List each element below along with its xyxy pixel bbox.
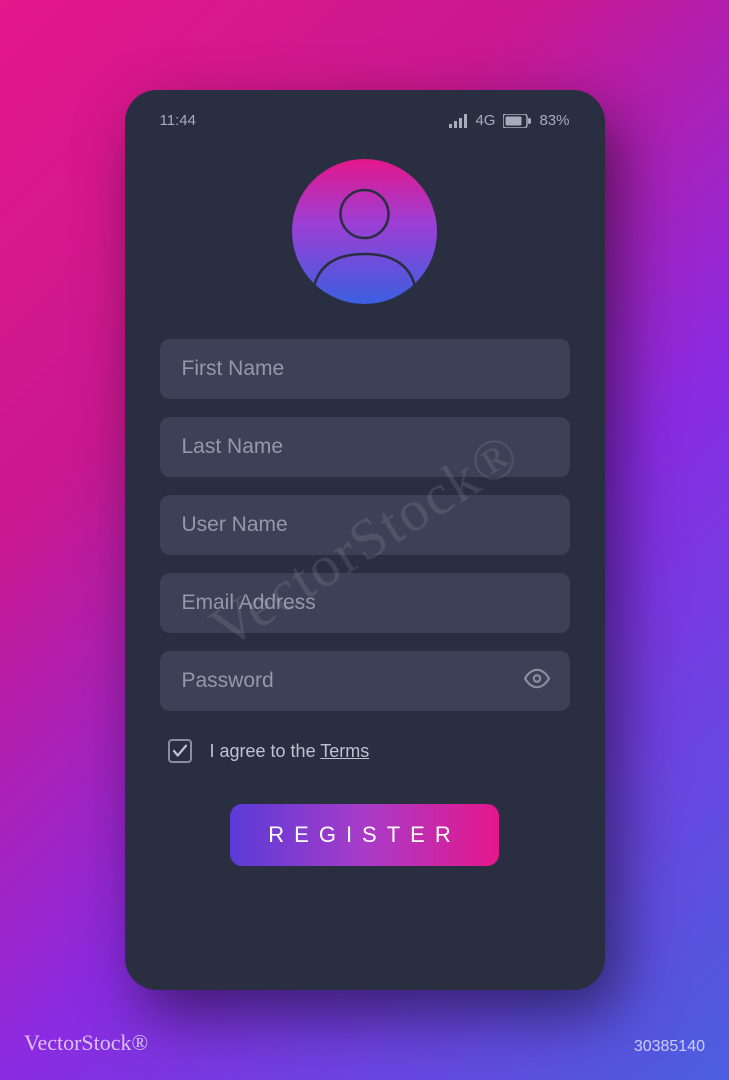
terms-checkbox[interactable] xyxy=(168,739,192,763)
status-battery: 83% xyxy=(539,112,569,129)
status-bar: 11:44 4G 83% xyxy=(160,112,570,129)
password-wrapper xyxy=(160,651,570,711)
register-form: I agree to the Terms REGISTER xyxy=(160,339,570,866)
terms-text: I agree to the Terms xyxy=(210,741,370,762)
terms-link[interactable]: Terms xyxy=(320,741,369,761)
watermark-id: 30385140 xyxy=(634,1038,705,1056)
status-network: 4G xyxy=(475,112,495,129)
avatar-icon xyxy=(292,159,437,304)
battery-icon xyxy=(503,114,531,128)
password-input[interactable] xyxy=(160,651,570,711)
last-name-input[interactable] xyxy=(160,417,570,477)
user-name-input[interactable] xyxy=(160,495,570,555)
signal-icon xyxy=(449,114,467,128)
status-right: 4G 83% xyxy=(449,112,569,129)
email-input[interactable] xyxy=(160,573,570,633)
register-button[interactable]: REGISTER xyxy=(230,804,498,866)
first-name-input[interactable] xyxy=(160,339,570,399)
phone-frame: 11:44 4G 83% xyxy=(125,90,605,990)
avatar-container xyxy=(160,159,570,304)
eye-icon[interactable] xyxy=(524,666,550,697)
terms-prefix: I agree to the xyxy=(210,741,321,761)
status-time: 11:44 xyxy=(160,112,196,129)
watermark-brand: VectorStock® xyxy=(24,1030,148,1056)
terms-row: I agree to the Terms xyxy=(160,729,570,771)
